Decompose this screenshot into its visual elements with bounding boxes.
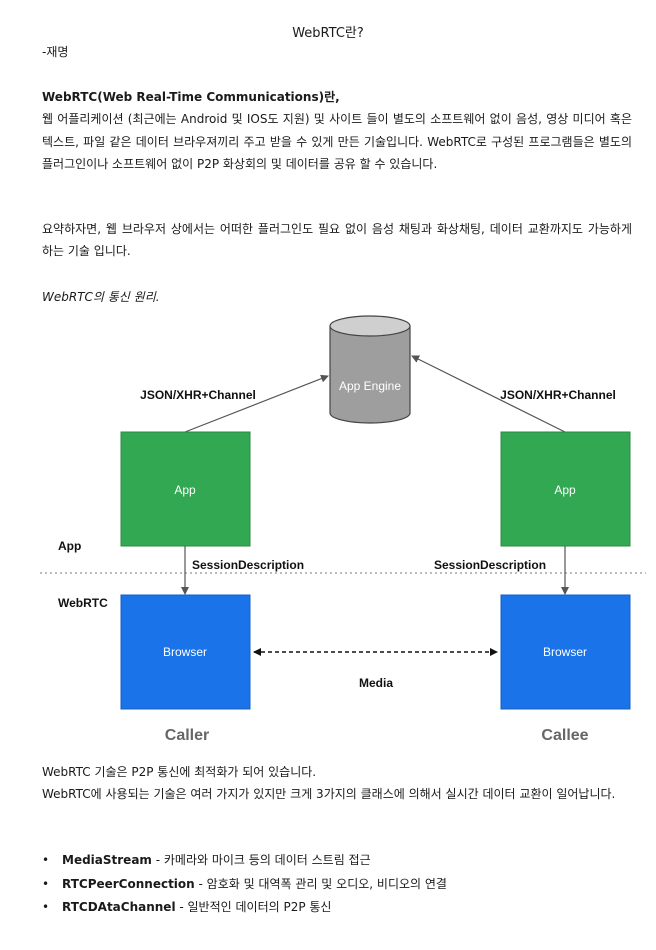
closing-paragraph: WebRTC 기술은 P2P 통신에 최적화가 되어 있습니다. WebRTC에… <box>42 761 632 806</box>
list-item: • MediaStream - 카메라와 마이크 등의 데이터 스트림 접근 <box>42 849 447 873</box>
document-page: WebRTC란? -재명 WebRTC(Web Real-Time Commun… <box>0 0 656 950</box>
closing-line-1: WebRTC 기술은 P2P 통신에 최적화가 되어 있습니다. <box>42 765 317 779</box>
right-app-label: App <box>554 483 576 497</box>
bullet-desc: - 카메라와 마이크 등의 데이터 스트림 접근 <box>151 853 371 867</box>
app-engine-database-icon <box>329 315 411 424</box>
bullet-icon: • <box>42 900 50 914</box>
intro-text: 웹 어플리케이션 (최근에는 Android 및 IOS도 지원) 및 사이트 … <box>42 112 632 172</box>
webrtc-class-list: • MediaStream - 카메라와 마이크 등의 데이터 스트림 접근 • R… <box>42 849 447 920</box>
intro-term: WebRTC(Web Real-Time Communications)란, <box>42 90 340 104</box>
left-session-label: SessionDescription <box>192 558 304 572</box>
left-app-label: App <box>174 483 196 497</box>
bullet-desc: - 일반적인 데이터의 P2P 통신 <box>175 900 332 914</box>
left-app-engine-arrow <box>184 374 329 433</box>
callee-label: Callee <box>541 727 588 744</box>
summary-paragraph: 요약하자면, 웹 브라우저 상에서는 어떠한 플러그인도 필요 없이 음성 채팅… <box>42 222 632 259</box>
closing-line-2: WebRTC에 사용되는 기술은 여러 가지가 있지만 크게 3가지의 클래스에… <box>42 787 616 802</box>
bullet-term: RTCDAtaChannel <box>62 900 176 914</box>
layer-webrtc-label: WebRTC <box>58 596 108 610</box>
bullet-icon: • <box>42 876 50 891</box>
left-browser-label: Browser <box>163 645 207 659</box>
layer-app-label: App <box>58 539 81 553</box>
caller-label: Caller <box>165 727 209 744</box>
doc-title: WebRTC란? <box>292 26 364 41</box>
doc-author: -재명 <box>42 45 69 59</box>
right-browser-label: Browser <box>543 645 587 659</box>
webrtc-architecture-diagram: App Engine JSON/XHR+Channel JSON/XHR+Cha… <box>40 315 646 744</box>
right-session-label: SessionDescription <box>434 558 546 572</box>
diagram-caption: WebRTC의 통신 원리. <box>42 290 160 304</box>
media-label: Media <box>359 676 393 690</box>
bullet-icon: • <box>42 853 50 867</box>
intro-paragraph: WebRTC(Web Real-Time Communications)란, 웹… <box>42 86 632 176</box>
left-channel-label: JSON/XHR+Channel <box>140 388 256 402</box>
bullet-term: MediaStream <box>62 853 152 867</box>
list-item: • RTCDAtaChannel - 일반적인 데이터의 P2P 통신 <box>42 896 447 920</box>
bullet-desc: - 암호화 및 대역폭 관리 및 오디오, 비디오의 연결 <box>194 876 447 891</box>
list-item: • RTCPeerConnection - 암호화 및 대역폭 관리 및 오디오,… <box>42 873 447 897</box>
app-engine-label: App Engine <box>339 379 401 393</box>
bullet-term: RTCPeerConnection <box>62 876 195 891</box>
right-channel-label: JSON/XHR+Channel <box>500 388 616 402</box>
